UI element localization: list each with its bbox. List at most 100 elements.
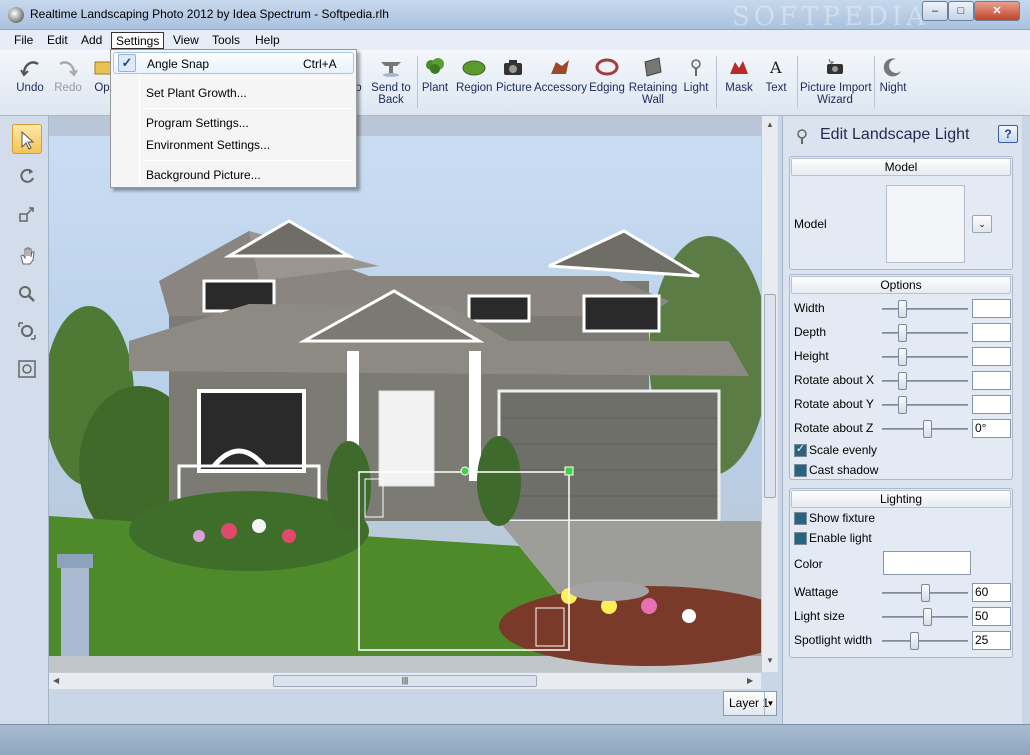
show-fixture-label: Show fixture <box>809 511 876 525</box>
design-canvas[interactable] <box>49 116 761 672</box>
slider-label: Width <box>794 301 825 315</box>
slider-label: Rotate about Y <box>794 397 874 411</box>
slider-thumb[interactable] <box>898 324 908 342</box>
edging-button[interactable]: Edging <box>589 56 625 94</box>
edging-icon <box>595 58 619 76</box>
help-button[interactable]: ? <box>998 125 1018 143</box>
slider-thumb[interactable] <box>923 420 932 438</box>
panel-header: Edit Landscape Light <box>793 126 1018 146</box>
select-tool[interactable] <box>12 124 42 154</box>
mask-button[interactable]: Mask <box>722 56 756 94</box>
canvas-vertical-scrollbar[interactable]: ▲ ▼ <box>761 116 778 672</box>
menu-view[interactable]: View <box>169 32 203 49</box>
menu-tools[interactable]: Tools <box>208 32 244 49</box>
panel-title: Edit Landscape Light <box>820 126 970 143</box>
rotate-tool[interactable] <box>12 161 42 191</box>
retaining-wall-button[interactable]: Retaining Wall <box>628 56 678 106</box>
redo-button[interactable]: Redo <box>52 56 84 94</box>
model-dropdown-button[interactable]: ⌄ <box>972 215 992 233</box>
horizontal-scroll-thumb[interactable]: ||| <box>273 675 537 687</box>
slider-thumb[interactable] <box>923 608 932 626</box>
slider-thumb[interactable] <box>909 632 919 650</box>
slider-track[interactable] <box>882 332 968 334</box>
slider-value-field[interactable] <box>972 323 1011 342</box>
chevron-down-icon: ▼ <box>764 692 776 715</box>
light-button[interactable]: Light <box>682 56 710 94</box>
retaining-wall-icon <box>644 57 662 77</box>
menu-item-background-picture[interactable]: Background Picture... <box>113 164 354 186</box>
slider-track[interactable] <box>882 404 968 406</box>
slider-value-field[interactable] <box>972 299 1011 318</box>
color-swatch[interactable] <box>883 551 971 575</box>
menu-edit[interactable]: Edit <box>43 32 72 49</box>
picture-icon <box>504 60 522 75</box>
softpedia-watermark: SOFTPEDIA <box>732 2 929 32</box>
zoom-window-tool[interactable] <box>12 354 42 384</box>
menu-help[interactable]: Help <box>251 32 284 49</box>
accessory-button[interactable]: Accessory <box>534 56 587 94</box>
maximize-button[interactable]: □ <box>948 1 974 21</box>
model-label: Model <box>794 217 827 231</box>
slider-value-field[interactable] <box>972 395 1011 414</box>
model-group: Model Model ⌄ <box>789 156 1013 270</box>
slider-value-field[interactable] <box>972 347 1011 366</box>
show-fixture-checkbox[interactable] <box>794 512 807 525</box>
slider-label: Height <box>794 349 829 363</box>
cast-shadow-checkbox[interactable] <box>794 464 807 477</box>
scroll-down-arrow[interactable]: ▼ <box>766 656 774 665</box>
slider-thumb[interactable] <box>898 372 908 390</box>
app-icon[interactable] <box>8 7 24 23</box>
vertical-scroll-thumb[interactable] <box>764 294 776 498</box>
scale-tool[interactable] <box>12 199 42 229</box>
send-to-back-icon <box>381 62 401 77</box>
accessory-icon <box>551 60 569 74</box>
zoom-extents-tool[interactable] <box>12 316 42 346</box>
menu-item-environment-settings[interactable]: Environment Settings... <box>113 134 354 156</box>
enable-light-checkbox[interactable] <box>794 532 807 545</box>
pan-tool[interactable] <box>12 241 42 271</box>
menu-item-program-settings[interactable]: Program Settings... <box>113 112 354 134</box>
canvas-horizontal-scrollbar[interactable]: ◀ ||| ▶ <box>49 672 761 689</box>
menu-item-set-plant-growth[interactable]: Set Plant Growth... <box>113 82 354 104</box>
plant-button[interactable]: Plant <box>421 56 449 94</box>
minimize-button[interactable]: – <box>922 1 948 21</box>
slider-thumb[interactable] <box>898 396 908 414</box>
scroll-right-arrow[interactable]: ▶ <box>747 676 753 685</box>
layer-select[interactable]: Layer 1 ▼ <box>723 691 777 716</box>
slider-track[interactable] <box>882 356 968 358</box>
text-button[interactable]: A Text <box>762 56 790 94</box>
slider-track[interactable] <box>882 308 968 310</box>
slider-thumb[interactable] <box>898 348 908 366</box>
slider-value-field[interactable]: 0° <box>972 419 1011 438</box>
slider-value-field[interactable]: 60 <box>972 583 1011 602</box>
slider-value-field[interactable] <box>972 371 1011 390</box>
slider-thumb[interactable] <box>921 584 931 602</box>
close-button[interactable]: ✕ <box>974 1 1020 21</box>
open-button[interactable]: Op <box>92 56 114 94</box>
slider-value-field[interactable]: 50 <box>972 607 1011 626</box>
scale-evenly-label: Scale evenly <box>809 443 878 457</box>
picture-button[interactable]: Picture <box>496 56 532 94</box>
slider-track[interactable] <box>882 380 968 382</box>
zoom-tool[interactable] <box>12 279 42 309</box>
night-button[interactable]: Night <box>878 56 908 94</box>
house-photo[interactable] <box>49 136 761 672</box>
menu-item-angle-snap[interactable]: ✓ Angle Snap Ctrl+A <box>113 52 354 74</box>
undo-button[interactable]: Undo <box>14 56 46 94</box>
lighting-group: Lighting Show fixture Enable light Color… <box>789 488 1013 658</box>
send-to-back-button[interactable]: Send to Back <box>369 56 413 106</box>
scroll-up-arrow[interactable]: ▲ <box>766 120 774 129</box>
menu-settings[interactable]: Settings <box>111 32 165 49</box>
menu-file[interactable]: File <box>10 32 37 49</box>
text-icon: A <box>769 58 782 77</box>
region-button[interactable]: Region <box>456 56 492 94</box>
plant-icon <box>426 58 444 74</box>
slider-track[interactable] <box>882 640 968 642</box>
slider-thumb[interactable] <box>898 300 908 318</box>
enable-light-label: Enable light <box>809 531 872 545</box>
scroll-left-arrow[interactable]: ◀ <box>53 676 59 685</box>
slider-value-field[interactable]: 25 <box>972 631 1011 650</box>
picture-import-wizard-button[interactable]: Picture Import Wizard <box>800 56 872 106</box>
menu-add[interactable]: Add <box>77 32 106 49</box>
svg-text:A: A <box>769 58 782 77</box>
